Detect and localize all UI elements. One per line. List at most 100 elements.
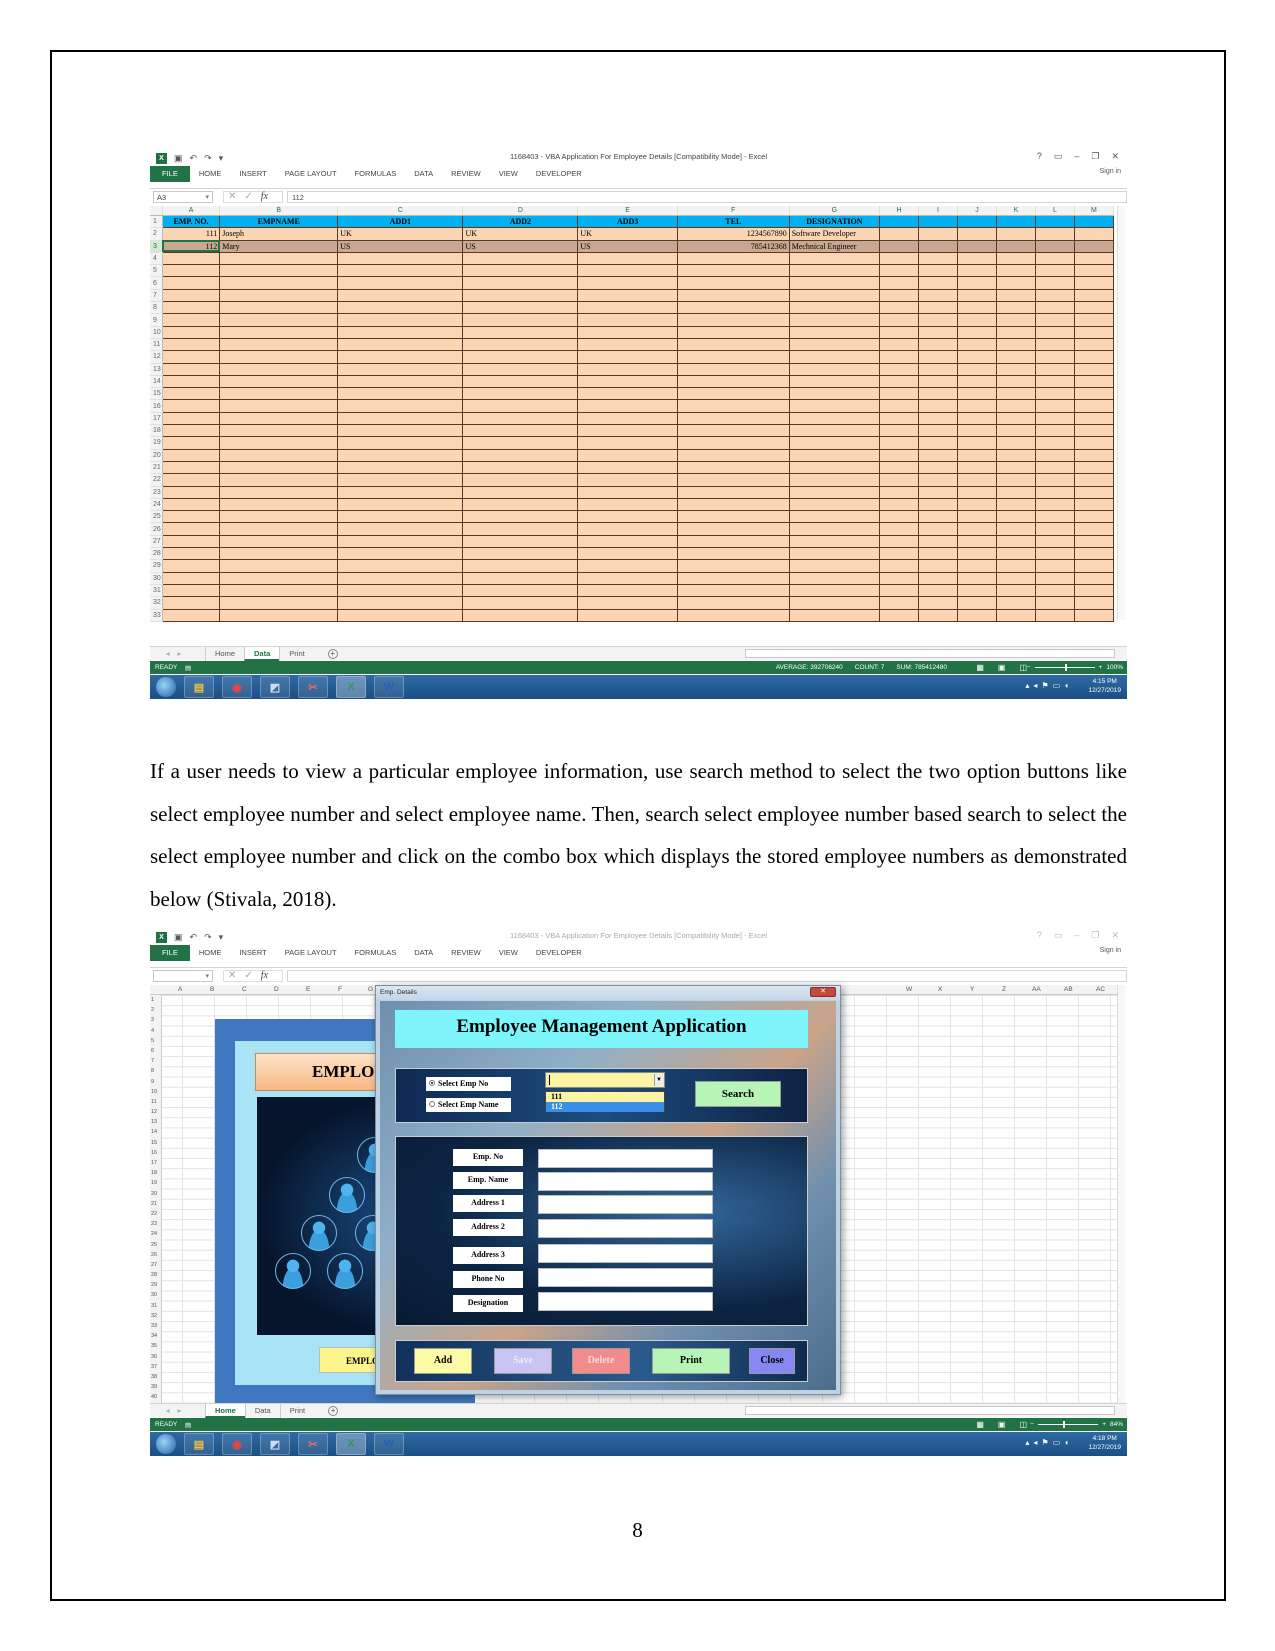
- tab-page-layout[interactable]: PAGE LAYOUT: [276, 166, 346, 182]
- normal-view-icon[interactable]: ▦: [976, 1420, 984, 1429]
- column-header[interactable]: C: [242, 986, 247, 993]
- cell[interactable]: [789, 461, 881, 475]
- cell[interactable]: [879, 609, 919, 622]
- cell[interactable]: [337, 436, 464, 450]
- cell[interactable]: [789, 399, 881, 413]
- restore-icon[interactable]: ❐: [1091, 930, 1099, 941]
- cell[interactable]: [462, 510, 579, 524]
- cell[interactable]: [918, 436, 958, 450]
- cell-add3[interactable]: UK: [577, 227, 678, 241]
- column-header[interactable]: E: [306, 986, 310, 993]
- header-cell[interactable]: DESIGNATION: [789, 215, 881, 229]
- cell[interactable]: [577, 399, 678, 413]
- row-header[interactable]: 23: [150, 486, 163, 499]
- file-explorer-icon[interactable]: ▤: [184, 1433, 214, 1455]
- zoom-slider[interactable]: [1034, 664, 1095, 671]
- cell[interactable]: [1074, 461, 1115, 475]
- column-header[interactable]: AA: [1032, 986, 1041, 993]
- cell[interactable]: [219, 596, 339, 610]
- cell[interactable]: [1035, 596, 1075, 610]
- cell[interactable]: [677, 375, 790, 389]
- radio-select-emp-name[interactable]: Select Emp Name: [426, 1098, 511, 1112]
- cell[interactable]: [789, 584, 881, 598]
- cell[interactable]: [879, 510, 919, 524]
- cell[interactable]: [577, 412, 678, 426]
- cell-emp-name[interactable]: Joseph: [219, 227, 339, 241]
- row-header[interactable]: 22: [150, 1209, 161, 1219]
- cell[interactable]: [162, 313, 221, 327]
- cell[interactable]: [957, 350, 997, 364]
- cell[interactable]: [1035, 289, 1075, 303]
- cell[interactable]: [918, 326, 958, 339]
- cell[interactable]: [1035, 486, 1075, 499]
- column-header[interactable]: J: [957, 206, 997, 216]
- cell[interactable]: [996, 276, 1036, 290]
- cell[interactable]: [162, 399, 221, 413]
- row-header[interactable]: 19: [150, 1178, 161, 1188]
- cell[interactable]: [879, 326, 919, 339]
- tab-data[interactable]: DATA: [405, 945, 442, 961]
- row-header[interactable]: 14: [150, 375, 163, 389]
- cell[interactable]: [1074, 338, 1115, 352]
- clock[interactable]: 4:15 PM 12/27/2019: [1088, 677, 1121, 695]
- cell[interactable]: [677, 609, 790, 622]
- cell[interactable]: [577, 510, 678, 524]
- row-header[interactable]: 7: [150, 1056, 161, 1066]
- cell[interactable]: [577, 264, 678, 278]
- cell[interactable]: [162, 326, 221, 339]
- tab-page-layout[interactable]: PAGE LAYOUT: [276, 945, 346, 961]
- column-header[interactable]: E: [577, 206, 678, 216]
- clock[interactable]: 4:18 PM 12/27/2019: [1088, 1434, 1121, 1452]
- cell[interactable]: [1035, 313, 1075, 327]
- cell[interactable]: [918, 338, 958, 352]
- cell[interactable]: [1074, 572, 1115, 585]
- cell[interactable]: [1035, 338, 1075, 352]
- cell[interactable]: [1035, 535, 1075, 549]
- cell[interactable]: [957, 375, 997, 389]
- header-cell[interactable]: TEL: [677, 215, 790, 229]
- userform-close-icon[interactable]: ✕: [810, 987, 836, 997]
- cell[interactable]: [162, 387, 221, 401]
- cell[interactable]: [789, 498, 881, 512]
- row-header[interactable]: 1: [150, 995, 161, 1005]
- row-header[interactable]: 3: [150, 240, 163, 253]
- cell[interactable]: [1035, 215, 1075, 229]
- cell[interactable]: [879, 547, 919, 561]
- column-header[interactable]: A: [178, 986, 182, 993]
- cell[interactable]: [879, 375, 919, 389]
- cell[interactable]: [577, 289, 678, 303]
- row-header[interactable]: 30: [150, 1290, 161, 1300]
- zoom-level[interactable]: 84%: [1110, 1421, 1123, 1428]
- snipping-tool-icon[interactable]: ✂: [298, 1433, 328, 1455]
- name-box[interactable]: [153, 969, 213, 982]
- cell[interactable]: [577, 301, 678, 315]
- cell[interactable]: [337, 424, 464, 438]
- dropdown-option[interactable]: 111: [546, 1092, 664, 1102]
- cell[interactable]: [162, 424, 221, 438]
- cell[interactable]: [879, 522, 919, 536]
- cell[interactable]: [996, 363, 1036, 376]
- row-header[interactable]: 11: [150, 338, 163, 352]
- cell[interactable]: [677, 510, 790, 524]
- cell[interactable]: [996, 301, 1036, 315]
- cancel-icon[interactable]: ✕: [228, 191, 236, 202]
- cell[interactable]: [577, 326, 678, 339]
- row-header[interactable]: 40: [150, 1392, 161, 1402]
- tab-review[interactable]: REVIEW: [442, 166, 490, 182]
- column-header[interactable]: G: [789, 206, 881, 216]
- tab-view[interactable]: VIEW: [490, 166, 527, 182]
- cell[interactable]: [677, 387, 790, 401]
- cell[interactable]: [1074, 596, 1115, 610]
- cell-add2[interactable]: US: [462, 240, 579, 253]
- cell-emp-no[interactable]: 111: [162, 227, 221, 241]
- cell[interactable]: [996, 473, 1036, 487]
- cell[interactable]: [1035, 522, 1075, 536]
- new-sheet-icon[interactable]: +: [328, 1405, 339, 1416]
- cell[interactable]: [1035, 584, 1075, 598]
- horizontal-scrollbar[interactable]: [745, 649, 1115, 658]
- cell[interactable]: [337, 264, 464, 278]
- cell[interactable]: [162, 547, 221, 561]
- cell[interactable]: [918, 473, 958, 487]
- row-header[interactable]: 38: [150, 1372, 161, 1382]
- cell[interactable]: [789, 522, 881, 536]
